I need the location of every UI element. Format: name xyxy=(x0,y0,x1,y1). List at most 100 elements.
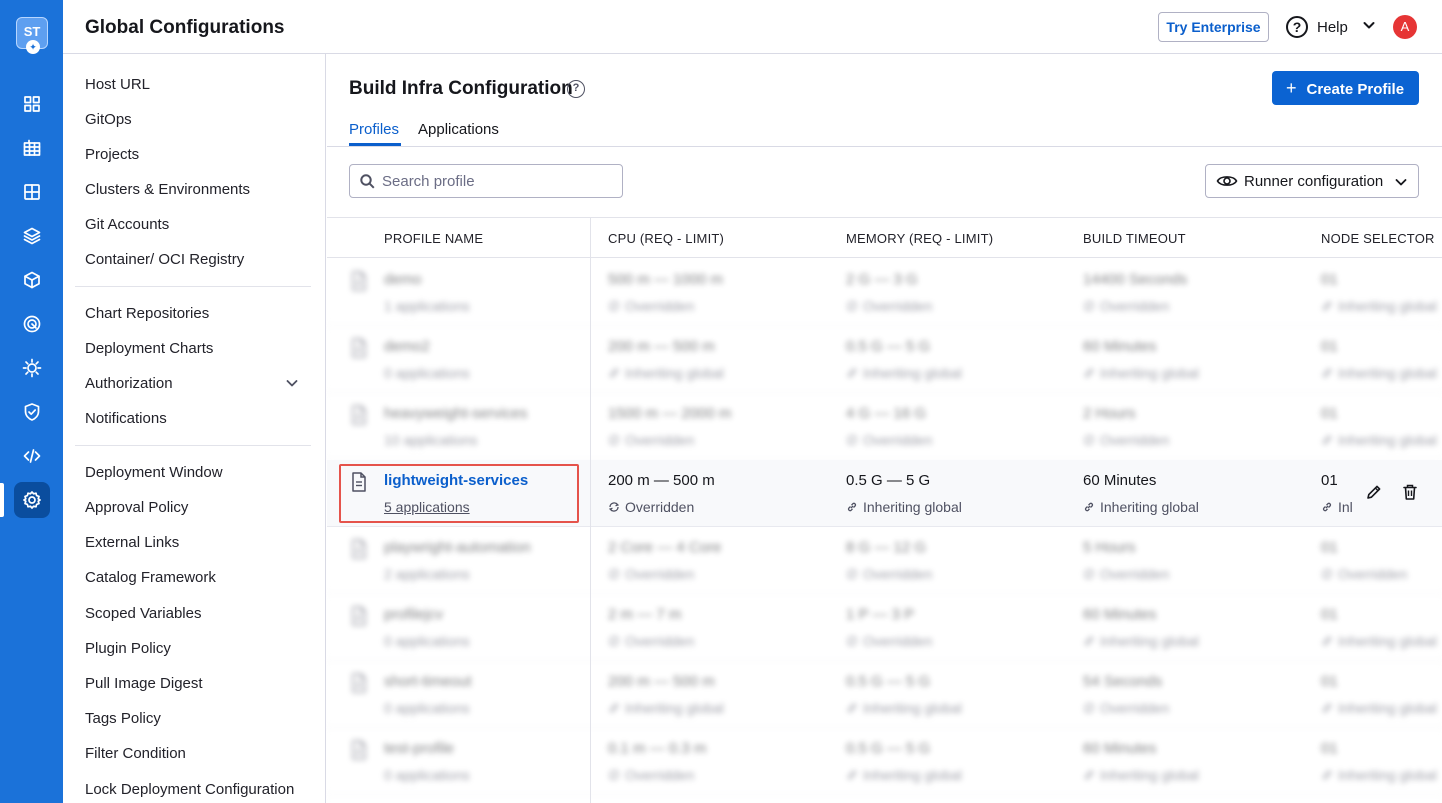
sidebar-item-tags-policy[interactable]: Tags Policy xyxy=(85,710,161,727)
sidebar-item-notifications[interactable]: Notifications xyxy=(85,410,167,427)
column-header-profile-name[interactable]: PROFILE NAME xyxy=(384,231,483,246)
cube-icon[interactable] xyxy=(14,262,50,298)
sidebar-item-approval-policy[interactable]: Approval Policy xyxy=(85,499,188,516)
table-row[interactable]: short-timeout 0 applications 200 m — 500 m… xyxy=(327,661,1442,728)
sidebar-item-authorization[interactable]: Authorization xyxy=(85,375,173,392)
cpu-value: 1500 m — 2000 m xyxy=(608,405,732,422)
dashboards-icon[interactable] xyxy=(14,130,50,166)
sidebar-item-catalog-framework[interactable]: Catalog Framework xyxy=(85,569,216,586)
profile-applications-count[interactable]: 1 applications xyxy=(384,298,470,314)
timeout-status: Inheriting global xyxy=(1083,365,1199,381)
link-icon xyxy=(847,703,857,713)
runner-configuration-button[interactable]: Runner configuration xyxy=(1205,164,1419,198)
sidebar-item-lock-deployment-configuration[interactable]: Lock Deployment Configuration xyxy=(85,781,294,798)
try-enterprise-button[interactable]: Try Enterprise xyxy=(1158,12,1269,42)
profile-applications-count[interactable]: 0 applications xyxy=(384,633,470,649)
table-row[interactable]: profilejcv 0 applications 2 m — 7 m Overrid… xyxy=(327,594,1442,661)
code-icon[interactable] xyxy=(14,438,50,474)
profile-name[interactable]: profilejcv xyxy=(384,606,443,623)
delete-icon[interactable] xyxy=(1400,482,1420,502)
target-icon[interactable] xyxy=(14,306,50,342)
override-icon xyxy=(846,301,858,311)
table-row[interactable]: test-profile 0 applications 0.1 m — 0.3 m O… xyxy=(327,728,1442,795)
sidebar-item-gitops[interactable]: GitOps xyxy=(85,111,132,128)
gear-sun-icon[interactable] xyxy=(14,350,50,386)
memory-status-label: Overridden xyxy=(863,633,933,649)
layers-icon[interactable] xyxy=(14,218,50,254)
rail-active-indicator xyxy=(0,483,4,517)
sidebar-item-git-accounts[interactable]: Git Accounts xyxy=(85,216,169,233)
chevron-down-icon[interactable] xyxy=(285,376,299,390)
sidebar-item-container-registry[interactable]: Container/ OCI Registry xyxy=(85,251,244,268)
table-row[interactable]: lightweight-services 5 applications 200 m … xyxy=(327,460,1442,527)
cpu-status-label: Overridden xyxy=(625,633,695,649)
cpu-status: Overridden xyxy=(608,566,694,582)
sidebar-item-clusters[interactable]: Clusters & Environments xyxy=(85,181,250,198)
cpu-value: 200 m — 500 m xyxy=(608,673,715,690)
profile-applications-count[interactable]: 0 applications xyxy=(384,767,470,783)
profile-applications-count[interactable]: 0 applications xyxy=(384,700,470,716)
profile-name[interactable]: demo2 xyxy=(384,338,430,355)
help-circle-icon[interactable]: ? xyxy=(567,80,585,98)
profile-name[interactable]: test-profile xyxy=(384,740,454,757)
cpu-status-label: Overridden xyxy=(625,767,695,783)
sidebar-item-chart-repositories[interactable]: Chart Repositories xyxy=(85,305,209,322)
sidebar-item-deployment-window[interactable]: Deployment Window xyxy=(85,464,223,481)
search-input[interactable] xyxy=(382,171,612,191)
timeout-status: Overridden xyxy=(1083,700,1169,716)
profile-name[interactable]: short-timeout xyxy=(384,673,472,690)
sidebar-item-deployment-charts[interactable]: Deployment Charts xyxy=(85,340,213,357)
grid-icon[interactable] xyxy=(14,174,50,210)
sidebar-item-host-url[interactable]: Host URL xyxy=(85,76,150,93)
profile-applications-count[interactable]: 10 applications xyxy=(384,432,477,448)
link-icon xyxy=(1322,502,1332,512)
shield-check-icon[interactable] xyxy=(14,394,50,430)
sidebar-item-plugin-policy[interactable]: Plugin Policy xyxy=(85,640,171,657)
profile-applications-count[interactable]: 0 applications xyxy=(384,365,470,381)
sidebar-item-scoped-variables[interactable]: Scoped Variables xyxy=(85,605,201,622)
node-selector-status: Inheriting global xyxy=(1321,432,1437,448)
table-row[interactable]: heavyweight-services 10 applications 1500 … xyxy=(327,393,1442,460)
highlight-box xyxy=(339,464,579,523)
org-logo[interactable]: ST ✦ xyxy=(16,17,48,54)
profile-name[interactable]: heavyweight-services xyxy=(384,405,527,422)
memory-status-label: Inheriting global xyxy=(863,499,962,515)
override-icon xyxy=(846,569,858,579)
document-icon xyxy=(352,405,366,425)
document-icon xyxy=(352,338,366,358)
node-selector-value: 01 xyxy=(1321,539,1338,556)
edit-icon[interactable] xyxy=(1364,482,1384,502)
settings-icon[interactable] xyxy=(14,482,50,518)
sidebar-divider xyxy=(75,445,311,446)
tab-profiles[interactable]: Profiles xyxy=(349,121,399,138)
table-row[interactable]: demo2 0 applications 200 m — 500 m Inheriti… xyxy=(327,326,1442,393)
search-box[interactable] xyxy=(349,164,623,198)
sidebar-item-filter-condition[interactable]: Filter Condition xyxy=(85,745,186,762)
memory-value: 0.5 G — 5 G xyxy=(846,673,931,690)
help-menu[interactable]: Help xyxy=(1317,19,1348,36)
avatar[interactable]: A xyxy=(1393,15,1417,39)
create-profile-button[interactable]: + Create Profile xyxy=(1272,71,1419,105)
home-icon[interactable] xyxy=(14,86,50,122)
link-icon xyxy=(1084,770,1094,780)
chevron-down-icon[interactable] xyxy=(1362,18,1376,32)
document-icon xyxy=(352,740,366,760)
main-content: Build Infra Configuration ? + Create Prof… xyxy=(327,54,1442,803)
profile-applications-count[interactable]: 2 applications xyxy=(384,566,470,582)
node-selector-value: 01 xyxy=(1321,740,1338,757)
memory-value: 4 G — 16 G xyxy=(846,405,927,422)
tab-applications[interactable]: Applications xyxy=(418,121,499,138)
override-icon xyxy=(608,301,620,311)
profile-name[interactable]: demo xyxy=(384,271,422,288)
table-row[interactable]: demo 1 applications 500 m — 1000 m Overridd… xyxy=(327,259,1442,326)
table-row[interactable]: playwright-automation 2 applications 2 Cor… xyxy=(327,527,1442,594)
sidebar-item-external-links[interactable]: External Links xyxy=(85,534,179,551)
profile-name[interactable]: playwright-automation xyxy=(384,539,531,556)
sidebar-item-pull-image-digest[interactable]: Pull Image Digest xyxy=(85,675,203,692)
sidebar-item-projects[interactable]: Projects xyxy=(85,146,139,163)
timeout-value: 14400 Seconds xyxy=(1083,271,1188,288)
memory-status: Inheriting global xyxy=(846,365,962,381)
help-icon[interactable]: ? xyxy=(1286,16,1308,38)
memory-status-label: Overridden xyxy=(863,432,933,448)
memory-status-label: Overridden xyxy=(863,566,933,582)
